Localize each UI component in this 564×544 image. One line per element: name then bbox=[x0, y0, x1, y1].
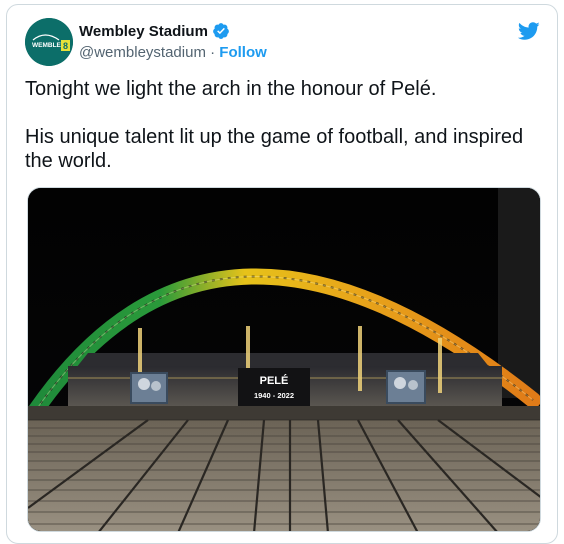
follow-button[interactable]: Follow bbox=[219, 44, 267, 61]
screen-years: 1940 - 2022 bbox=[254, 391, 294, 400]
tweet-photo[interactable]: PELÉ 1940 - 2022 bbox=[27, 187, 541, 532]
tweet-card[interactable]: WEMBLEY 8 Wembley Stadium @wembleystadiu… bbox=[6, 4, 558, 544]
verified-badge-icon bbox=[212, 22, 230, 40]
handle[interactable]: @wembleystadium bbox=[79, 44, 206, 61]
center-screen: PELÉ 1940 - 2022 bbox=[238, 368, 310, 406]
screen-title: PELÉ bbox=[260, 374, 289, 387]
left-screen bbox=[130, 372, 168, 404]
tweet-text: Tonight we light the arch in the honour … bbox=[25, 78, 524, 172]
twitter-bird-icon[interactable] bbox=[517, 20, 541, 42]
avatar-badge-text: 8 bbox=[63, 41, 68, 51]
display-name[interactable]: Wembley Stadium bbox=[79, 23, 208, 40]
separator: · bbox=[205, 44, 220, 61]
avatar[interactable]: WEMBLEY 8 bbox=[25, 18, 73, 66]
avatar-logo-text: WEMBLEY bbox=[32, 42, 66, 49]
right-screen bbox=[386, 370, 426, 404]
